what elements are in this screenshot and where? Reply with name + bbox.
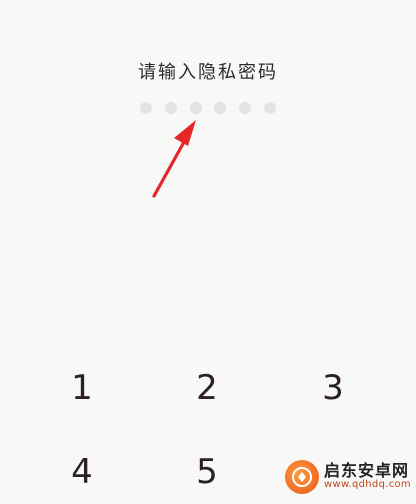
privacy-password-screen: 请输入隐私密码 1 2 3 4 5 启东安卓网 www.qdhdq.com: [0, 0, 416, 504]
watermark-url: www.qdhdq.com: [324, 479, 411, 491]
watermark-logo-icon: [285, 460, 319, 494]
annotation-arrow-icon: [152, 120, 196, 198]
watermark-title: 启东安卓网: [324, 461, 410, 481]
keypad-key-1[interactable]: 1: [47, 358, 117, 418]
pin-dot-5: [239, 102, 252, 114]
keypad-key-2[interactable]: 2: [172, 358, 242, 418]
pin-dot-1: [140, 102, 152, 114]
pin-dot-4: [214, 102, 227, 114]
site-watermark: 启东安卓网 www.qdhdq.com: [285, 454, 411, 500]
pin-dot-2: [164, 102, 177, 114]
password-prompt: 请输入隐私密码: [138, 62, 278, 83]
keypad-key-3[interactable]: 3: [298, 358, 368, 418]
keypad-key-4[interactable]: 4: [47, 442, 117, 502]
pin-dot-6: [263, 102, 276, 114]
pin-indicator: [140, 102, 276, 114]
keypad-key-5[interactable]: 5: [172, 442, 242, 502]
pin-dot-3: [189, 102, 202, 114]
